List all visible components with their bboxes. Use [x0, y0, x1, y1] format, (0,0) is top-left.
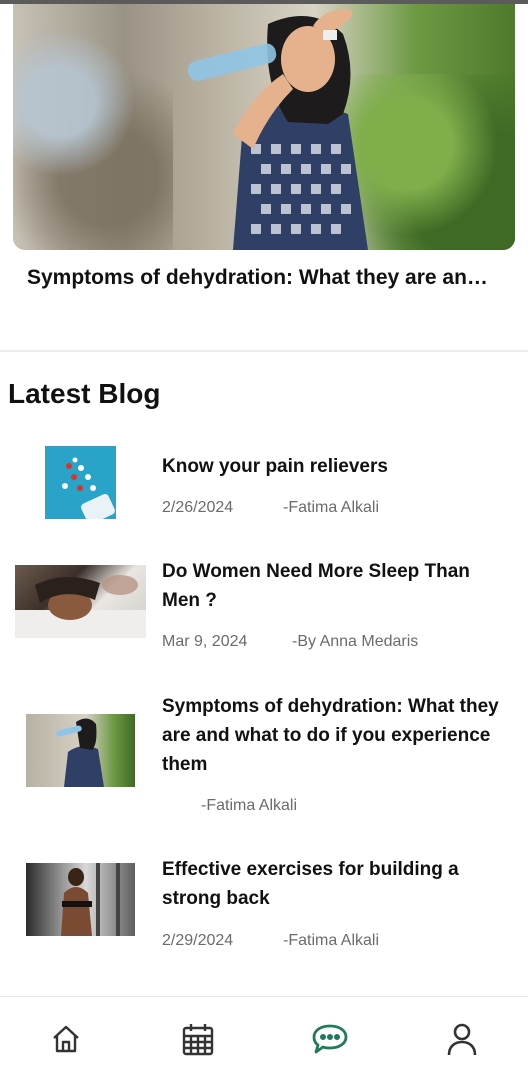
blog-author: -Fatima Alkali	[201, 797, 298, 814]
back-exercise-thumbnail	[26, 863, 135, 936]
nav-calendar[interactable]	[178, 1019, 218, 1059]
profile-icon	[447, 1023, 477, 1056]
blog-author: -Fatima Alkali	[283, 932, 380, 949]
blog-title: Effective exercises for building a stron…	[162, 859, 459, 909]
chat-icon	[312, 1024, 348, 1054]
nav-chat[interactable]	[310, 1019, 350, 1059]
nav-home[interactable]	[46, 1019, 86, 1059]
blog-list-item[interactable]: Effective exercises for building a stron…	[0, 855, 528, 965]
blog-list-item[interactable]: Know your pain relievers 2/26/2024 -Fati…	[0, 440, 528, 530]
blog-date: Mar 9, 2024	[162, 633, 248, 650]
hero-article-title[interactable]: Symptoms of dehydration: What they are a…	[27, 266, 517, 290]
section-divider	[0, 350, 528, 352]
blog-author: -Fatima Alkali	[283, 499, 380, 516]
dehydration-article-thumbnail	[26, 714, 135, 787]
blog-author: -By Anna Medaris	[292, 633, 419, 650]
blog-title: Symptoms of dehydration: What they are a…	[162, 696, 499, 775]
sleep-article-thumbnail	[15, 565, 146, 638]
bottom-navigation	[0, 996, 528, 1080]
calendar-icon	[182, 1024, 214, 1056]
blog-list-item[interactable]: Do Women Need More Sleep Than Men ? Mar …	[0, 557, 528, 667]
pain-relievers-thumbnail	[45, 446, 116, 519]
blog-date: 2/26/2024	[162, 499, 234, 516]
home-icon	[53, 1025, 79, 1053]
blog-list-item[interactable]: Symptoms of dehydration: What they are a…	[0, 691, 528, 821]
nav-profile[interactable]	[442, 1019, 482, 1059]
woman-drinking-water-illustration	[187, 9, 368, 250]
blog-date: 2/29/2024	[162, 932, 234, 949]
blog-title: Know your pain relievers	[162, 456, 388, 477]
blog-title: Do Women Need More Sleep Than Men ?	[162, 561, 470, 611]
latest-blog-heading: Latest Blog	[8, 378, 161, 409]
hero-image[interactable]	[13, 4, 515, 250]
